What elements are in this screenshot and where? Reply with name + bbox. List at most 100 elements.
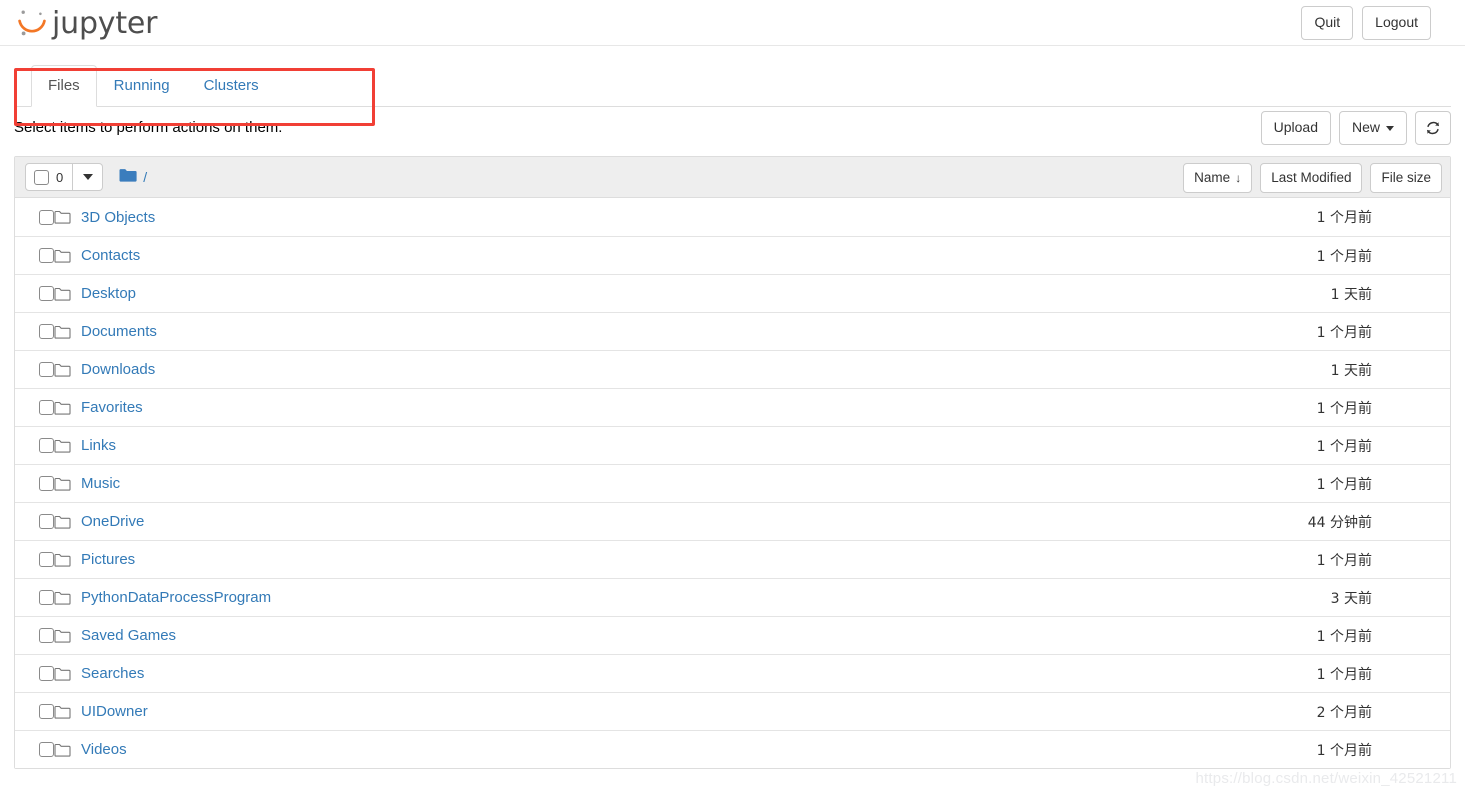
folder-icon [54, 439, 71, 453]
tab-bar-region: Files Running Clusters [0, 65, 1465, 126]
brand-title: jupyter [52, 6, 158, 41]
row-select-checkbox[interactable] [39, 248, 54, 263]
row-select-checkbox[interactable] [39, 324, 54, 339]
file-name-link[interactable]: UIDowner [81, 704, 1162, 719]
file-name-link[interactable]: Links [81, 438, 1162, 453]
folder-filled-icon [119, 168, 137, 186]
folder-icon [54, 287, 71, 301]
row-select-checkbox[interactable] [39, 704, 54, 719]
file-list-row[interactable]: Pictures 1 个月前 [15, 540, 1450, 578]
file-list: 0 / Name ↓ Last Modified File size 3D Obj… [14, 156, 1451, 769]
sort-controls: Name ↓ Last Modified File size [1183, 163, 1442, 193]
sort-by-file-size-button[interactable]: File size [1370, 163, 1442, 193]
tab-clusters[interactable]: Clusters [187, 65, 276, 106]
jupyter-brand-link[interactable]: jupyter [16, 0, 158, 46]
file-modified-time: 1 天前 [1330, 362, 1372, 379]
notice-and-actions-row: Select items to perform actions on them.… [0, 107, 1465, 151]
file-name-link[interactable]: PythonDataProcessProgram [81, 590, 1162, 605]
refresh-button[interactable] [1415, 111, 1451, 145]
file-name-link[interactable]: Searches [81, 666, 1162, 681]
file-modified-time: 1 天前 [1330, 286, 1372, 303]
logout-button[interactable]: Logout [1362, 6, 1431, 40]
file-name-link[interactable]: Saved Games [81, 628, 1162, 643]
folder-icon [54, 401, 71, 415]
file-list-header: 0 / Name ↓ Last Modified File size [15, 157, 1450, 198]
sort-direction-arrow-icon: ↓ [1235, 171, 1242, 185]
file-list-row[interactable]: UIDowner 2 个月前 [15, 692, 1450, 730]
row-select-checkbox[interactable] [39, 552, 54, 567]
row-select-checkbox[interactable] [39, 286, 54, 301]
folder-icon [54, 629, 71, 643]
file-list-row[interactable]: Videos 1 个月前 [15, 730, 1450, 768]
file-modified-time: 3 天前 [1330, 590, 1372, 607]
row-select-checkbox[interactable] [39, 209, 54, 225]
file-list-row[interactable]: Desktop 1 天前 [15, 274, 1450, 312]
quit-button[interactable]: Quit [1301, 6, 1354, 40]
file-name-link[interactable]: OneDrive [81, 514, 1162, 529]
upload-button[interactable]: Upload [1260, 111, 1331, 145]
file-list-row[interactable]: Music 1 个月前 [15, 464, 1450, 502]
file-modified-time: 1 个月前 [1316, 552, 1372, 569]
file-name-link[interactable]: Music [81, 476, 1162, 491]
file-list-row[interactable]: PythonDataProcessProgram 3 天前 [15, 578, 1450, 616]
file-modified-time: 1 个月前 [1316, 628, 1372, 645]
file-list-row[interactable]: 3D Objects 1 个月前 [15, 198, 1450, 236]
selection-hint-text: Select items to perform actions on them. [14, 119, 283, 136]
file-name-link[interactable]: Contacts [81, 248, 1162, 263]
file-name-link[interactable]: Videos [81, 742, 1162, 757]
file-name-link[interactable]: Downloads [81, 362, 1162, 377]
file-list-row[interactable]: Searches 1 个月前 [15, 654, 1450, 692]
sort-by-last-modified-button[interactable]: Last Modified [1260, 163, 1363, 193]
row-select-checkbox[interactable] [39, 400, 54, 415]
tab-running[interactable]: Running [97, 65, 187, 106]
file-modified-time: 1 个月前 [1316, 476, 1372, 493]
file-name-link[interactable]: Pictures [81, 552, 1162, 567]
file-name-link[interactable]: Favorites [81, 400, 1162, 415]
sort-by-name-button[interactable]: Name ↓ [1183, 163, 1253, 193]
row-select-checkbox[interactable] [39, 476, 54, 491]
file-list-row[interactable]: Saved Games 1 个月前 [15, 616, 1450, 654]
file-modified-time: 1 个月前 [1316, 666, 1372, 683]
folder-icon [54, 210, 71, 224]
row-select-checkbox[interactable] [39, 438, 54, 453]
row-select-checkbox[interactable] [39, 514, 54, 529]
file-name-link[interactable]: Desktop [81, 286, 1162, 301]
folder-icon [54, 553, 71, 567]
main-tabs: Files Running Clusters [14, 65, 1451, 107]
row-select-checkbox[interactable] [39, 666, 54, 681]
file-modified-time: 44 分钟前 [1307, 514, 1372, 531]
file-list-row[interactable]: Documents 1 个月前 [15, 312, 1450, 350]
tab-files-link[interactable]: Files [31, 65, 97, 107]
row-select-checkbox[interactable] [39, 628, 54, 643]
row-select-checkbox[interactable] [39, 590, 54, 605]
file-list-row[interactable]: Contacts 1 个月前 [15, 236, 1450, 274]
selection-dropdown-toggle[interactable] [73, 163, 104, 191]
new-dropdown-button[interactable]: New [1338, 111, 1407, 145]
file-list-row[interactable]: OneDrive 44 分钟前 [15, 502, 1450, 540]
jupyter-logo-icon [16, 7, 48, 39]
tab-running-link[interactable]: Running [97, 65, 187, 107]
row-select-checkbox[interactable] [39, 742, 54, 757]
file-list-row[interactable]: Links 1 个月前 [15, 426, 1450, 464]
select-all-checkbox[interactable] [34, 169, 49, 185]
row-select-checkbox[interactable] [39, 362, 54, 377]
breadcrumb-root-link[interactable]: / [143, 169, 147, 185]
folder-icon [54, 325, 71, 339]
breadcrumb: / [119, 168, 147, 186]
folder-icon [54, 591, 71, 605]
sort-name-label: Name [1194, 170, 1231, 185]
file-list-body: 3D Objects 1 个月前 Contacts 1 个月前 Desktop 1 天前 D… [15, 198, 1450, 768]
folder-icon [54, 515, 71, 529]
selection-control-group: 0 [25, 163, 104, 191]
watermark-text: https://blog.csdn.net/weixin_42521211 [1195, 770, 1457, 787]
file-list-row[interactable]: Downloads 1 天前 [15, 350, 1450, 388]
top-navbar: jupyter Quit Logout [0, 0, 1465, 46]
file-name-link[interactable]: Documents [81, 324, 1162, 339]
tab-clusters-link[interactable]: Clusters [187, 65, 276, 107]
selected-count: 0 [56, 169, 64, 185]
tab-files[interactable]: Files [31, 65, 97, 107]
file-name-link[interactable]: 3D Objects [81, 210, 1162, 225]
file-list-row[interactable]: Favorites 1 个月前 [15, 388, 1450, 426]
file-modified-time: 1 个月前 [1316, 210, 1372, 226]
select-all-button[interactable]: 0 [25, 163, 74, 191]
